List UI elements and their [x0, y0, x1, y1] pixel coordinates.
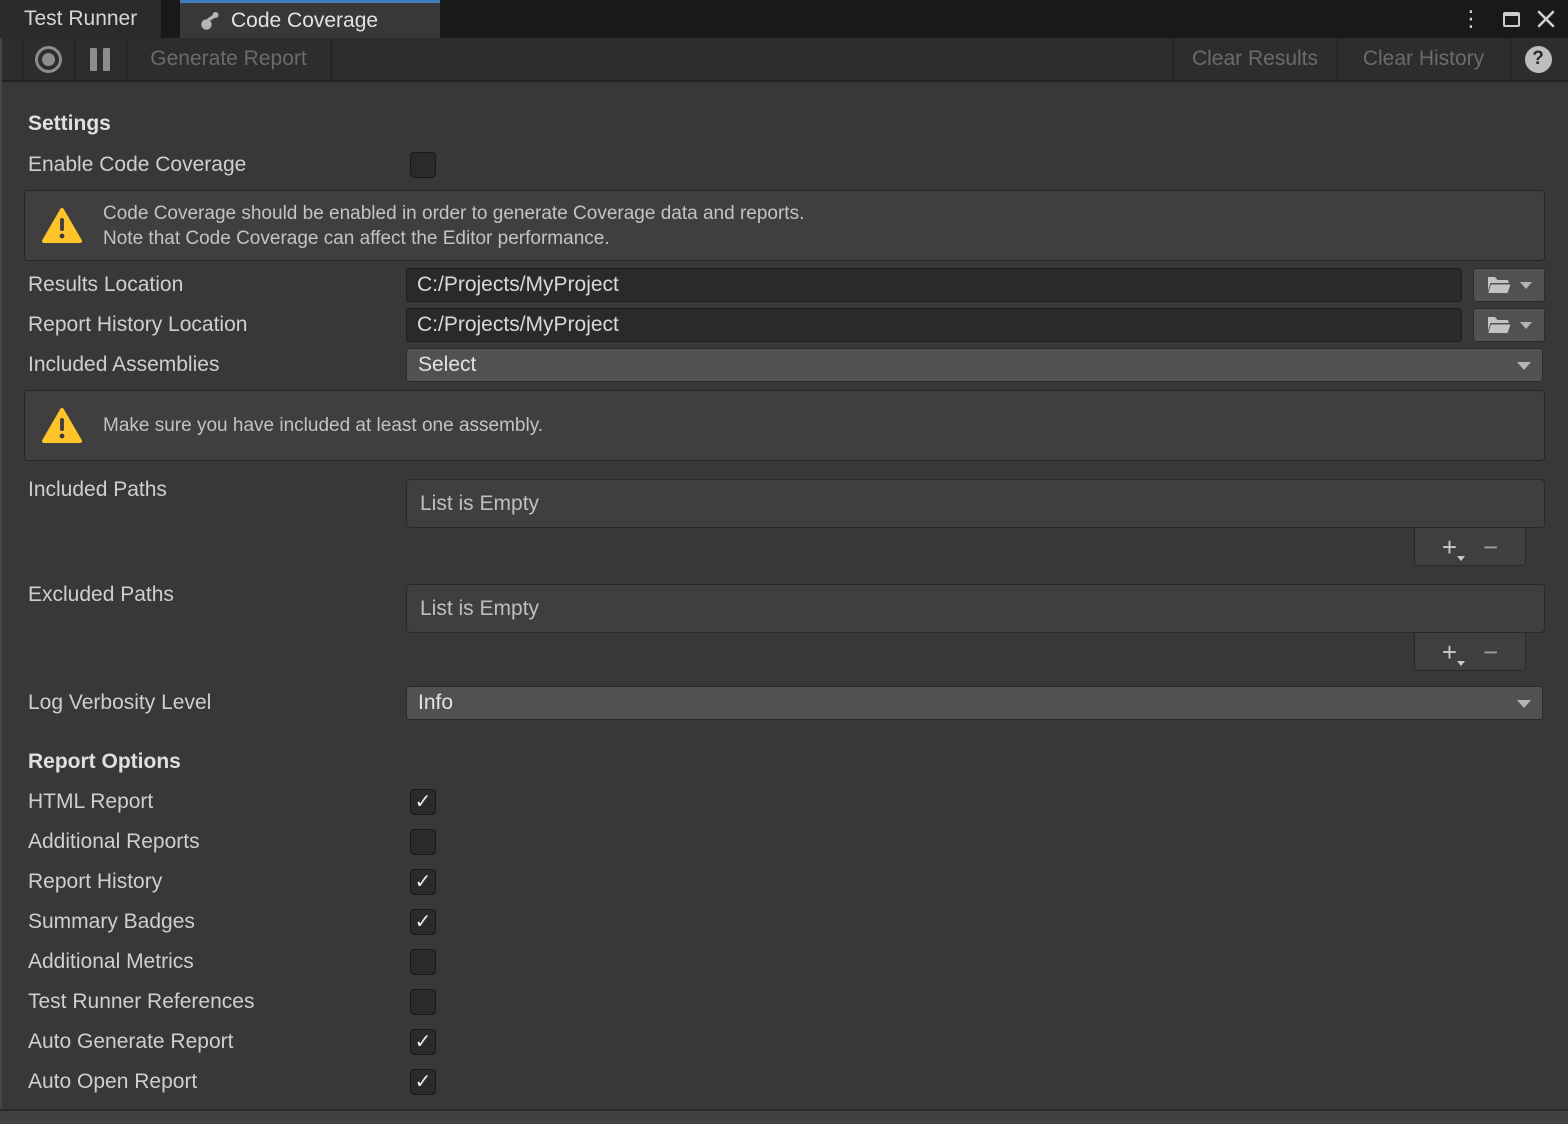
- assembly-warning-box: Make sure you have included at least one…: [24, 390, 1545, 461]
- report-option-checkbox[interactable]: ✓: [410, 789, 436, 815]
- list-empty-text: List is Empty: [420, 492, 539, 516]
- dropdown-value: Info: [418, 691, 453, 715]
- clear-results-button[interactable]: Clear Results: [1173, 38, 1337, 80]
- log-verbosity-dropdown[interactable]: Info: [406, 686, 1543, 720]
- code-coverage-window: Test Runner Code Coverage ⋮: [0, 0, 1568, 1124]
- close-icon: [1536, 9, 1556, 29]
- report-option-label: Auto Open Report: [28, 1069, 197, 1095]
- tab-code-coverage[interactable]: Code Coverage: [180, 0, 440, 38]
- results-location-input[interactable]: [406, 268, 1462, 302]
- pause-icon: [90, 48, 110, 71]
- folder-dropdown-caret: [1520, 322, 1532, 329]
- clear-history-button[interactable]: Clear History: [1337, 38, 1510, 80]
- record-button[interactable]: [22, 38, 74, 80]
- report-option-label: Additional Reports: [28, 829, 200, 855]
- plus-icon: +: [1442, 637, 1457, 667]
- report-option-checkbox[interactable]: [410, 989, 436, 1015]
- add-dropdown-caret: [1457, 661, 1465, 666]
- code-coverage-icon: [198, 9, 222, 33]
- enable-code-coverage-checkbox[interactable]: [410, 152, 436, 178]
- included-paths-list-footer: + −: [1414, 528, 1526, 566]
- included-assemblies-dropdown[interactable]: Select: [406, 348, 1543, 382]
- report-option-label: HTML Report: [28, 789, 153, 815]
- dropdown-value: Select: [418, 353, 476, 377]
- help-button[interactable]: ?: [1510, 38, 1566, 80]
- enable-code-coverage-label: Enable Code Coverage: [28, 152, 246, 178]
- tab-label: Test Runner: [24, 7, 137, 31]
- report-option-checkbox[interactable]: [410, 949, 436, 975]
- list-empty-text: List is Empty: [420, 597, 539, 621]
- results-location-browse-button[interactable]: [1473, 268, 1545, 302]
- report-option-checkbox[interactable]: ✓: [410, 1069, 436, 1095]
- plus-icon: +: [1442, 532, 1457, 562]
- maximize-icon: [1503, 12, 1520, 27]
- window-bottom-edge: [0, 1109, 1568, 1124]
- report-option-checkbox[interactable]: ✓: [410, 1029, 436, 1055]
- tab-bar: Test Runner Code Coverage ⋮: [0, 0, 1568, 38]
- warning-icon: [41, 407, 83, 445]
- chevron-down-icon: [1517, 700, 1531, 708]
- report-option-checkbox[interactable]: ✓: [410, 869, 436, 895]
- report-option-label: Report History: [28, 869, 162, 895]
- report-option-label: Summary Badges: [28, 909, 195, 935]
- tab-test-runner[interactable]: Test Runner: [0, 0, 161, 38]
- window-close-button[interactable]: [1530, 0, 1562, 38]
- remove-item-button[interactable]: −: [1483, 639, 1498, 665]
- window-maximize-button[interactable]: [1496, 0, 1526, 38]
- excluded-paths-list-footer: + −: [1414, 633, 1526, 671]
- report-option-label: Auto Generate Report: [28, 1029, 233, 1055]
- add-item-button[interactable]: +: [1442, 639, 1457, 665]
- chevron-down-icon: [1517, 362, 1531, 370]
- excluded-paths-label: Excluded Paths: [28, 582, 174, 608]
- included-paths-list[interactable]: List is Empty: [406, 479, 1545, 528]
- included-paths-label: Included Paths: [28, 477, 167, 503]
- remove-item-button[interactable]: −: [1483, 534, 1498, 560]
- add-item-button[interactable]: +: [1442, 534, 1457, 560]
- warning-icon: [41, 207, 83, 245]
- included-assemblies-label: Included Assemblies: [28, 352, 219, 378]
- folder-open-icon: [1486, 275, 1512, 295]
- window-left-edge: [0, 38, 2, 1124]
- report-history-browse-button[interactable]: [1473, 308, 1545, 342]
- toolbar: Generate Report Clear Results Clear Hist…: [0, 38, 1568, 82]
- report-option-label: Additional Metrics: [28, 949, 194, 975]
- results-location-label: Results Location: [28, 272, 183, 298]
- add-dropdown-caret: [1457, 556, 1465, 561]
- report-option-checkbox[interactable]: [410, 829, 436, 855]
- report-options-header: Report Options: [28, 748, 181, 776]
- report-option-checkbox[interactable]: ✓: [410, 909, 436, 935]
- settings-header: Settings: [28, 110, 111, 138]
- folder-open-icon: [1486, 315, 1512, 335]
- kebab-menu-icon: ⋮: [1460, 6, 1482, 32]
- log-verbosity-label: Log Verbosity Level: [28, 690, 211, 716]
- enable-warning-box: Code Coverage should be enabled in order…: [24, 190, 1545, 261]
- report-history-location-input[interactable]: [406, 308, 1462, 342]
- warning-text-line2: Note that Code Coverage can affect the E…: [103, 226, 804, 251]
- record-icon: [35, 46, 62, 73]
- pause-button[interactable]: [74, 38, 126, 80]
- tab-label: Code Coverage: [231, 9, 378, 33]
- generate-report-button[interactable]: Generate Report: [126, 38, 331, 80]
- warning-text: Make sure you have included at least one…: [103, 413, 543, 438]
- warning-text-line1: Code Coverage should be enabled in order…: [103, 201, 804, 226]
- report-history-location-label: Report History Location: [28, 312, 247, 338]
- help-icon: ?: [1525, 46, 1552, 73]
- excluded-paths-list[interactable]: List is Empty: [406, 584, 1545, 633]
- report-option-label: Test Runner References: [28, 989, 254, 1015]
- window-menu-button[interactable]: ⋮: [1456, 0, 1486, 38]
- folder-dropdown-caret: [1520, 282, 1532, 289]
